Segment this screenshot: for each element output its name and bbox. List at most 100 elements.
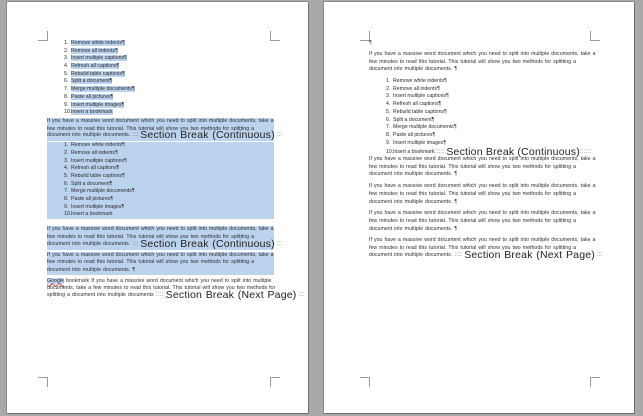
- list-item-text: Insert multiple images¶: [393, 139, 447, 146]
- list-item-text: Split a document¶: [393, 116, 435, 123]
- paragraph-line: document into multiple documents.: [369, 171, 453, 178]
- list-item[interactable]: 6. Split a document¶: [386, 117, 599, 125]
- list-item-text: Refresh all captions¶: [393, 101, 442, 108]
- list-number: 3.: [64, 157, 69, 164]
- paragraph-line: document into multiple documents.: [47, 240, 131, 247]
- list-number: 9.: [386, 139, 391, 146]
- list-item[interactable]: 8. Paste all pictures¶: [64, 93, 274, 102]
- paragraph-line: few minutes to read this tutorial. This …: [369, 217, 577, 224]
- list-item[interactable]: 1. Remove white indents¶: [64, 40, 274, 48]
- numbered-list[interactable]: 1. Remove white indents¶ 2. Remove all inde…: [64, 40, 274, 117]
- list-item[interactable]: 3. Insert multiple captions¶: [386, 93, 599, 101]
- list-item[interactable]: 10.Insert a bookmark::::::Section Break …: [386, 147, 599, 158]
- list-number: 9.: [64, 203, 69, 210]
- list-number: 5.: [386, 108, 391, 115]
- list-item-text: Rebuild table captions¶: [71, 173, 125, 180]
- page-2-body[interactable]: ¶ If you have a massive word document wh…: [369, 40, 603, 261]
- formatting-mark: :::: [298, 292, 305, 299]
- list-item[interactable]: 8. Paste all pictures¶: [64, 196, 274, 204]
- paragraph-line: If you have a massive word document whic…: [369, 51, 596, 57]
- formatting-mark: ::::::: [434, 149, 447, 156]
- list-item[interactable]: 4. Refresh all captions¶: [64, 63, 274, 71]
- crop-mark-bottom-left: [360, 377, 370, 387]
- list-item-text: Remove all indents¶: [71, 47, 118, 54]
- list-item[interactable]: 1. Remove white indents¶: [64, 142, 274, 150]
- list-number: 4.: [64, 63, 69, 70]
- selected-paragraph[interactable]: If you have a massive word document whic…: [47, 251, 274, 275]
- list-item[interactable]: 3. Insert multiple captions¶: [64, 55, 274, 63]
- list-number: 2.: [386, 85, 391, 92]
- document-page-2[interactable]: ¶ If you have a massive word document wh…: [324, 2, 634, 413]
- list-item[interactable]: 2. Remove all indents¶: [64, 47, 274, 56]
- list-item[interactable]: 5. Rebuild table captions¶: [64, 70, 274, 79]
- list-item[interactable]: 6. Split a document¶: [64, 181, 274, 189]
- formatting-mark: :::: [132, 132, 139, 139]
- paragraph[interactable]: If you have a massive word document whic…: [369, 210, 599, 233]
- crop-mark-bottom-right: [270, 377, 280, 387]
- paragraph-line: document into multiple documents.: [369, 251, 453, 258]
- paragraph-line: splitting a document into multiple docum…: [47, 292, 154, 299]
- list-item-text: Remove all indents¶: [393, 85, 440, 92]
- crop-mark-bottom-right: [590, 377, 600, 387]
- paragraph[interactable]: If you have a massive word document whic…: [369, 156, 599, 179]
- list-number: 8.: [64, 93, 69, 100]
- list-number: 7.: [64, 188, 69, 195]
- list-item[interactable]: 5. Rebuild table captions¶: [386, 109, 599, 117]
- list-number: 1.: [64, 142, 69, 149]
- list-item-text: Insert multiple images¶: [71, 203, 125, 210]
- paragraph[interactable]: If you have a massive word document whic…: [369, 237, 603, 261]
- list-item[interactable]: 5. Rebuild table captions¶: [64, 173, 274, 181]
- list-item-text: Remove white indents¶: [71, 40, 125, 46]
- formatting-mark: :::: [276, 240, 283, 247]
- list-item[interactable]: 10.Insert a bookmark: [64, 211, 274, 219]
- list-number: 3.: [386, 93, 391, 100]
- section-break-continuous[interactable]: Section Break (Continuous): [140, 129, 275, 141]
- list-item[interactable]: 9. Insert multiple images¶: [64, 204, 274, 212]
- list-item-text: Insert multiple images¶: [71, 101, 125, 108]
- list-item[interactable]: 4. Refresh all captions¶: [64, 165, 274, 173]
- list-item-text: Insert multiple captions¶: [393, 93, 449, 100]
- paragraph-line: document into multiple documents.: [47, 132, 131, 139]
- paragraph[interactable]: If you have a massive word document whic…: [369, 183, 599, 206]
- list-item[interactable]: 7. Merge multiple documents¶: [64, 86, 274, 94]
- list-item[interactable]: 6. Split a document¶: [64, 78, 274, 86]
- list-item-text: Refresh all captions¶: [71, 63, 120, 70]
- list-item-text: Insert a bookmark: [393, 149, 435, 156]
- page-1-body[interactable]: 1. Remove white indents¶ 2. Remove all inde…: [47, 40, 304, 301]
- numbered-list[interactable]: 1. Remove white indents¶ 2. Remove all inde…: [64, 142, 274, 219]
- selected-paragraph[interactable]: If you have a massive word document whic…: [47, 226, 282, 250]
- list-number: 9.: [64, 101, 69, 108]
- list-item[interactable]: 3. Insert multiple captions¶: [64, 158, 274, 166]
- list-number: 7.: [64, 86, 69, 93]
- paragraph-line: If you have a massive word document whic…: [47, 117, 274, 124]
- list-item[interactable]: 9. Insert multiple images¶: [64, 101, 274, 110]
- pilcrow-mark: ¶: [454, 198, 458, 205]
- list-item[interactable]: 2. Remove all indents¶: [64, 150, 274, 158]
- list-item[interactable]: 1. Remove white indents¶: [386, 78, 599, 86]
- list-item[interactable]: 7. Merge multiple documents¶: [386, 124, 599, 132]
- section-break-continuous[interactable]: Section Break (Continuous): [140, 238, 275, 250]
- list-item[interactable]: 7. Merge multiple documents¶: [64, 188, 274, 196]
- numbered-list[interactable]: 1. Remove white indents¶ 2. Remove all inde…: [386, 78, 599, 158]
- selected-paragraph[interactable]: If you have a massive word document whic…: [47, 117, 282, 142]
- pilcrow-mark: ¶: [132, 266, 136, 273]
- paragraph[interactable]: Google bookmark If you have a massive wo…: [47, 277, 304, 301]
- paragraph-line: If you have a massive word document whic…: [369, 210, 596, 217]
- spelling-error-word[interactable]: Google: [47, 277, 65, 284]
- list-number: 2.: [64, 47, 69, 54]
- list-number: 5.: [64, 173, 69, 180]
- list-item-text: Merge multiple documents¶: [393, 124, 457, 131]
- section-break-next-page[interactable]: Section Break (Next Page): [464, 249, 595, 261]
- list-item[interactable]: 10.Insert a bookmark: [64, 109, 274, 117]
- list-number: 4.: [386, 101, 391, 108]
- document-page-1[interactable]: 1. Remove white indents¶ 2. Remove all inde…: [7, 2, 308, 413]
- list-item[interactable]: 4. Refresh all captions¶: [386, 101, 599, 109]
- paragraph[interactable]: If you have a massive word document whic…: [369, 51, 599, 74]
- list-item-text: Split a document¶: [71, 78, 113, 85]
- section-break-next-page[interactable]: Section Break (Next Page): [166, 289, 297, 301]
- list-number: 8.: [64, 196, 69, 203]
- list-number: 5.: [64, 70, 69, 77]
- list-item[interactable]: 2. Remove all indents¶: [386, 86, 599, 94]
- list-item[interactable]: 8. Paste all pictures¶: [386, 132, 599, 140]
- list-item-text: Paste all pictures¶: [393, 131, 436, 138]
